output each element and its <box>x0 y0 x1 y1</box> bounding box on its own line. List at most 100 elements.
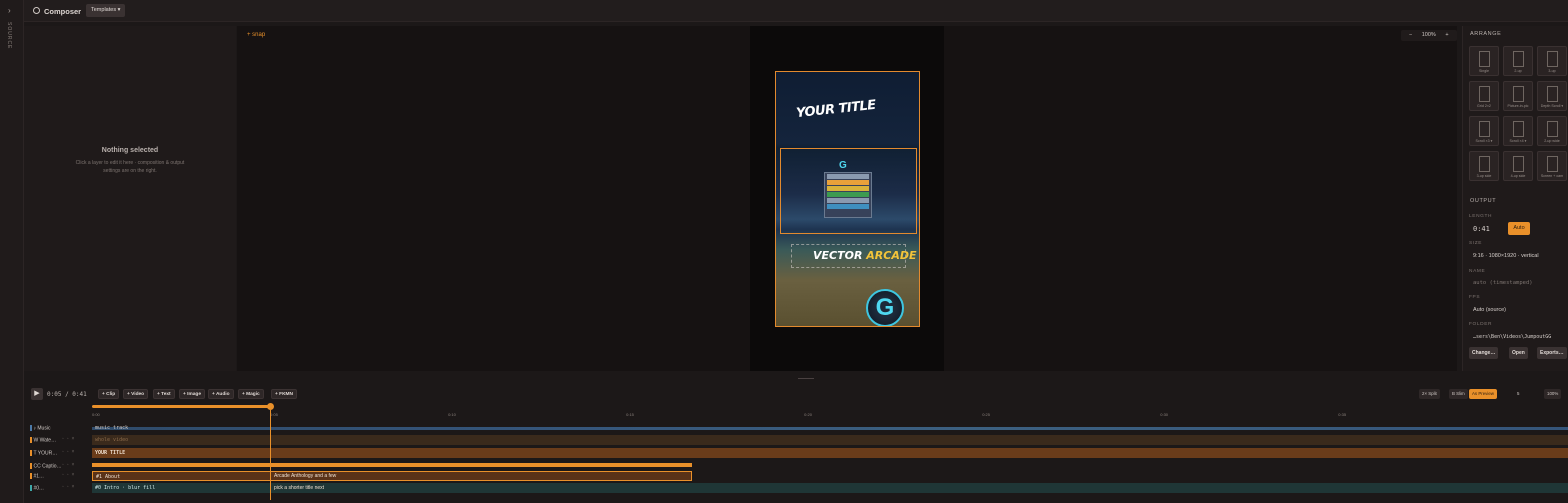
preview-frame: YOUR TITLE G VECTOR ARCADE G <box>750 26 944 371</box>
timeline-clip[interactable]: music track <box>92 423 152 433</box>
arrange-heading: ARRANGE <box>1470 31 1502 37</box>
layout-tile[interactable]: Depth Scroll ▾ <box>1537 81 1567 111</box>
layout-tile[interactable]: Grid 2×2 <box>1469 81 1499 111</box>
app-title: Composer <box>44 7 82 16</box>
folder-path: …sers\Ben\Videos\JumpoutGG <box>1473 334 1552 340</box>
layout-tile-label: Scroll ×3 ▾ <box>1475 139 1493 143</box>
layout-tile-label: 3-up <box>1548 69 1556 73</box>
timeline-clip[interactable]: whole video <box>92 435 1568 445</box>
layout-tile-label: 4-up side <box>1510 174 1526 178</box>
change-folder-button[interactable]: Change… <box>1469 347 1499 359</box>
add-fkmn-button[interactable]: + FKMN <box>271 389 297 399</box>
scrubber-handle[interactable] <box>267 403 274 410</box>
track-color-marker <box>30 473 32 479</box>
ruler-tick-label: 0:35 <box>1338 412 1347 417</box>
output-heading: OUTPUT <box>1470 198 1497 204</box>
size-select[interactable]: 9:16 · 1080×1920 · vertical <box>1473 253 1539 259</box>
track-row[interactable]: #1… ◦◦× #1 About Arcade Anthology and a few <box>24 470 1568 482</box>
track-row[interactable]: #0… ◦◦× #0 Intro · blur fill pick a shorter… <box>24 482 1568 494</box>
layout-tile[interactable]: Scroll ×4 ▾ <box>1503 116 1533 146</box>
ruler-tick-label: 0:10 <box>448 412 456 417</box>
layout-tile[interactable]: Scroll ×3 ▾ <box>1469 116 1499 146</box>
timeline-clip-caption[interactable]: pick a shorter title next <box>271 483 451 493</box>
zoom-out-button[interactable]: − <box>1409 32 1412 38</box>
layout-tile-label: Picture-in-pic <box>1507 104 1529 108</box>
track-controls-icon[interactable]: ◦◦× <box>62 449 77 455</box>
add-clip-button[interactable]: + Clip <box>98 389 120 399</box>
layout-tile[interactable]: Picture-in-pic <box>1503 81 1533 111</box>
layout-tile[interactable]: 3-up side <box>1469 151 1499 181</box>
ruler-tick-label: 0:00 <box>92 412 100 417</box>
open-folder-button[interactable]: Open <box>1509 347 1528 359</box>
layout-tile[interactable]: Screen + cam <box>1537 151 1567 181</box>
slim-button[interactable]: B Slim <box>1449 389 1468 399</box>
timeline-clip[interactable] <box>92 463 692 467</box>
track-row[interactable]: W Wate… ◦◦× whole video <box>24 434 1568 446</box>
snap-toggle[interactable]: + snap <box>247 32 265 38</box>
preview-title-text[interactable]: YOUR TITLE <box>795 98 876 121</box>
timeline-clip-caption[interactable]: Arcade Anthology and a few <box>271 471 451 481</box>
timeline-clip[interactable]: YOUR TITLE <box>92 448 1568 458</box>
track-controls-icon[interactable]: ◦◦× <box>62 484 77 490</box>
timeline-ruler[interactable]: 0:00 0:05 0:10 0:15 0:20 0:25 0:30 0:35 <box>92 402 1568 422</box>
inspector-panel: Nothing selected Click a layer to edit i… <box>24 26 236 371</box>
as-preview-button[interactable]: As Preview <box>1469 389 1497 399</box>
add-image-button[interactable]: + Image <box>179 389 205 399</box>
layout-tile-label: Grid 2×2 <box>1477 104 1491 108</box>
exports-button[interactable]: Exports… <box>1537 347 1567 359</box>
layout-tile[interactable]: 2-up <box>1503 46 1533 76</box>
track-color-marker <box>30 425 32 431</box>
layout-preview-icon <box>1479 156 1490 172</box>
track-controls-icon[interactable]: ◦◦× <box>62 436 77 442</box>
track-row[interactable]: T YOUR… ◦◦× YOUR TITLE <box>24 447 1568 459</box>
templates-dropdown[interactable]: Templates ▾ <box>86 4 126 17</box>
layout-tile[interactable]: 4-up side <box>1503 151 1533 181</box>
track-controls-icon[interactable]: ◦◦× <box>62 472 77 478</box>
name-field[interactable]: auto (timestamped) <box>1473 280 1533 286</box>
track-color-marker <box>30 485 32 491</box>
game-menu-image <box>824 172 872 218</box>
track-color-marker <box>30 450 32 456</box>
timeline-zoom-percent[interactable]: 100% <box>1544 389 1562 399</box>
layout-tile-label: 3-up side <box>1476 174 1492 178</box>
fps-select[interactable]: Auto (source) <box>1473 307 1506 313</box>
split-button[interactable]: 2× Split <box>1419 389 1440 399</box>
track-label[interactable]: ♪ Music <box>30 425 70 431</box>
layout-preview-icon <box>1513 51 1524 67</box>
track-row[interactable]: ♪ Music music track <box>24 422 1568 434</box>
playhead[interactable] <box>270 410 271 500</box>
zoom-in-button[interactable]: + <box>1445 32 1448 38</box>
g-logo-icon[interactable]: G <box>866 289 904 326</box>
timeline: ▶ 0:05 / 0:41 2× Split B Slim As Preview… <box>24 382 1568 503</box>
track-controls-icon[interactable]: ◦◦× <box>62 462 77 468</box>
canvas-area[interactable]: + snap − 100% + YOUR TITLE G VECTOR ARCA… <box>237 26 1457 371</box>
add-audio-button[interactable]: + Audio <box>208 389 234 399</box>
auto-length-button[interactable]: Auto <box>1508 222 1530 235</box>
composer-logo-icon <box>33 7 40 14</box>
add-video-button[interactable]: + Video <box>123 389 149 399</box>
add-text-button[interactable]: + Text <box>153 389 175 399</box>
track-color-marker <box>30 463 32 469</box>
layout-preview-icon <box>1547 51 1558 67</box>
add-magic-button[interactable]: + Magic <box>238 389 264 399</box>
expand-chevron-icon[interactable]: › <box>8 6 11 15</box>
nothing-selected-hint: Click a layer to edit it here · composit… <box>75 160 185 174</box>
timeline-zoom-value[interactable]: 5 <box>1514 389 1522 399</box>
vertical-preview[interactable]: YOUR TITLE G VECTOR ARCADE G <box>775 71 920 327</box>
layout-tile-label: Screen + cam <box>1540 174 1564 178</box>
source-rail[interactable]: › SOURCE <box>0 0 24 503</box>
layout-tile[interactable]: 2-up wide <box>1537 116 1567 146</box>
layout-tile[interactable]: 3-up <box>1537 46 1567 76</box>
timeline-resize-handle[interactable] <box>798 378 814 379</box>
total-time: / 0:41 <box>65 391 87 398</box>
length-value[interactable]: 0:41 <box>1473 225 1490 233</box>
ruler-tick-label: 0:25 <box>982 412 990 417</box>
fps-label: FPS <box>1469 295 1481 300</box>
layout-preview-icon <box>1513 86 1524 102</box>
size-label: SIZE <box>1469 241 1483 246</box>
layout-preview-icon <box>1547 121 1558 137</box>
composition-panel: ARRANGE OUTPUT LENGTH 0:41 Auto SIZE 9:1… <box>1462 26 1568 371</box>
play-button[interactable]: ▶ <box>31 388 43 400</box>
layout-tile[interactable]: Single <box>1469 46 1499 76</box>
layout-preview-icon <box>1479 51 1490 67</box>
